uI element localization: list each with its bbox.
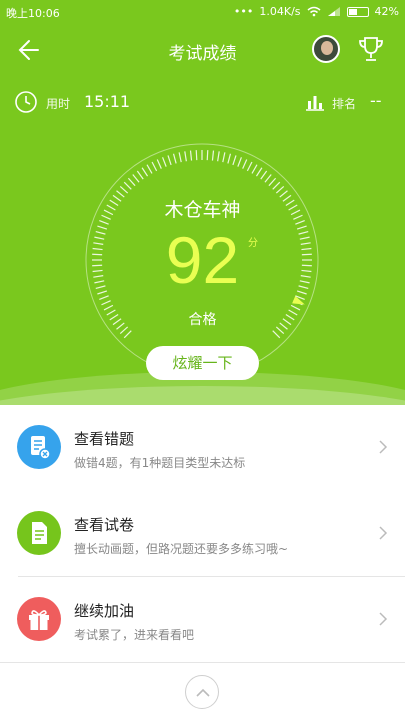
gauge-tick [189,150,193,161]
share-button[interactable]: 炫耀一下 [146,346,259,380]
pass-status: 合格 [188,312,217,328]
gauge-tick [222,152,226,163]
status-battery: 42% [374,5,399,18]
list-item-title: 查看错题 [74,430,135,448]
gauge-tick [206,150,209,161]
status-bar: 晚上10:06 ••• 1.04K/s 42% [0,0,405,24]
result-title: 木仓车神 [164,199,241,221]
wrong-questions-icon [17,425,61,469]
rank-label: 排名 [332,97,357,111]
gauge-tick [146,164,153,174]
list-item-subtitle: 擅长动画题，但路况题还要多多练习哦~ [74,542,289,556]
gauge-tick [178,152,182,163]
gauge-tick [162,157,167,167]
gauge-tick [136,170,144,180]
status-net-speed: 1.04K/s [259,5,301,18]
gauge-tick [275,185,285,194]
gauge-tick [123,330,132,339]
chevron-right-icon [379,440,388,454]
avatar[interactable] [312,35,340,63]
list-item-title: 继续加油 [74,602,135,620]
gauge-tick [242,159,248,169]
gift-icon [17,597,61,641]
gauge-tick [151,161,158,172]
page-title: 考试成绩 [168,44,237,64]
gauge-tick [184,151,187,162]
gauge-tick [127,177,136,187]
gauge-tick [237,157,242,167]
gauge-tick [101,300,111,306]
gauge-tick [246,161,253,172]
gauge-tick [167,155,172,166]
gauge-tick [268,177,277,187]
nav-bar: 考试成绩 [0,30,405,70]
gauge-tick [227,153,232,164]
gauge-tick [251,164,258,174]
list-item-title: 查看试卷 [74,516,135,534]
gauge-tick [264,174,272,183]
result-header: 晚上10:06 ••• 1.04K/s 42% 考试成绩 用时 15:11 排名… [0,0,405,405]
list-item-wrong-questions[interactable]: 查看错题 做错4题，有1种题目类型未达标 [0,405,405,489]
chevron-up-icon [196,688,210,697]
time-label: 用时 [46,97,71,111]
gauge-tick [195,150,198,161]
gauge-tick [260,170,268,180]
list-item-keep-going[interactable]: 继续加油 考试累了，进来看看吧 [0,577,405,661]
paper-icon [17,511,61,555]
gauge-tick [272,181,281,190]
trophy-icon[interactable] [356,34,386,64]
score-unit: 分 [248,238,258,249]
clock-icon [15,91,37,113]
list-item-subtitle: 考试累了，进来看看吧 [74,628,195,642]
status-right: ••• 1.04K/s 42% [234,5,399,18]
list-divider [0,662,405,663]
list-item-paper[interactable]: 查看试卷 擅长动画题，但路况题还要多多练习哦~ [0,491,405,575]
chevron-right-icon [379,612,388,626]
collapse-button[interactable] [185,675,219,709]
rank-icon [306,96,324,111]
status-time: 晚上10:06 [6,7,60,20]
stats-row: 用时 15:11 排名 -- [0,90,405,116]
gauge-tick [156,159,162,169]
time-value: 15:11 [84,92,131,111]
gauge-tick [172,153,177,164]
gauge-tick [141,167,149,177]
wifi-icon [307,6,321,17]
chevron-right-icon [379,526,388,540]
score-value: 92 [165,223,240,297]
gauge-tick [132,174,140,183]
gauge-tick [123,181,132,190]
signal-icon [327,7,340,16]
gauge-tick [255,167,263,177]
rank-value: -- [370,91,382,110]
gauge-tick [211,150,215,161]
battery-icon [346,6,369,17]
gauge-tick [119,185,129,194]
gauge-tick [272,330,281,339]
gauge-tick [217,151,220,162]
list-item-subtitle: 做错4题，有1种题目类型未达标 [74,456,246,470]
gauge-tick [232,155,237,166]
status-dots: ••• [233,5,254,18]
